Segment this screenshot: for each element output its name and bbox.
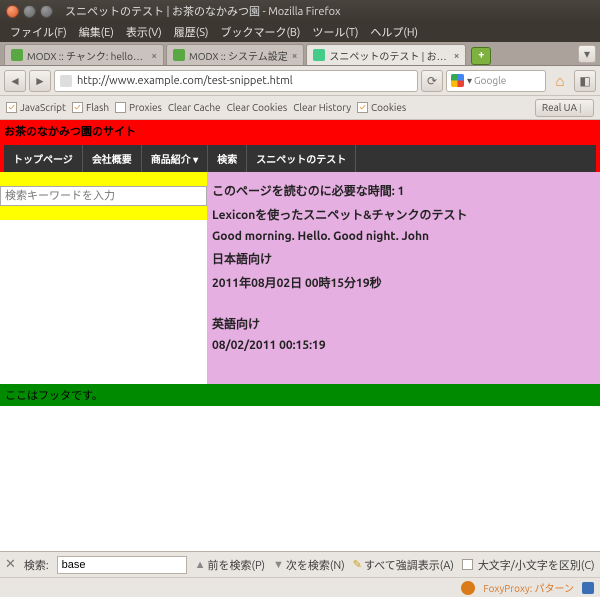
close-findbar-icon[interactable]: ✕ [5, 557, 16, 572]
tab-2[interactable]: スニペットのテスト | お茶のな…× [306, 44, 466, 65]
content-line: 日本語向け [212, 250, 595, 267]
match-case-toggle[interactable]: 大文字/小文字を区別(C) [462, 557, 595, 573]
find-prev-button[interactable]: ▲前を検索(P) [195, 557, 265, 573]
clear-cookies-button[interactable]: Clear Cookies [227, 102, 288, 113]
menu-tools[interactable]: ツール(T) [306, 22, 364, 42]
page-viewport: お茶のなかみつ園のサイト トップページ 会社概要 商品紹介 ▾ 検索 スニペット… [0, 120, 600, 498]
toggle-cookies[interactable]: Cookies [357, 102, 406, 113]
minimize-window-icon[interactable] [23, 5, 36, 18]
status-bar: FoxyProxy: パターン [0, 577, 600, 597]
viewport-whitespace [0, 498, 600, 551]
sidebar-accent-bottom [0, 206, 207, 220]
menu-file[interactable]: ファイル(F) [4, 22, 73, 42]
nav-company[interactable]: 会社概要 [83, 145, 142, 172]
reload-button[interactable]: ⟳ [421, 70, 443, 92]
google-icon [451, 74, 464, 87]
content-line: このページを読むのに必要な時間: 1 [212, 182, 595, 199]
toggle-flash[interactable]: Flash [72, 102, 109, 113]
menu-bookmarks[interactable]: ブックマーク(B) [214, 22, 306, 42]
nav-products[interactable]: 商品紹介 ▾ [142, 145, 208, 172]
nav-snippet-test[interactable]: スニペットのテスト [247, 145, 356, 172]
menu-view[interactable]: 表示(V) [120, 22, 168, 42]
favicon-icon [173, 49, 185, 61]
favicon-icon [313, 49, 325, 61]
extension-button[interactable]: ◧ [574, 70, 596, 92]
site-title: お茶のなかみつ園のサイト [4, 123, 596, 139]
content-line: 2011年08月02日 00時15分19秒 [212, 274, 595, 291]
nav-toolbar: ◄ ► http://www.example.com/test-snippet.… [0, 66, 600, 96]
window-titlebar: スニペットのテスト | お茶のなかみつ園 - Mozilla Firefox [0, 0, 600, 22]
sidebar-accent-top [0, 172, 207, 186]
clear-cache-button[interactable]: Clear Cache [168, 102, 221, 113]
toggle-javascript[interactable]: JavaScript [6, 102, 66, 113]
menu-history[interactable]: 履歴(S) [168, 22, 215, 42]
content-line: 08/02/2011 00:15:19 [212, 339, 595, 352]
tab-0[interactable]: MODX :: チャンク: helloworld× [4, 44, 164, 65]
tab-1[interactable]: MODX :: システム設定× [166, 44, 304, 65]
site-search-input[interactable] [0, 186, 207, 206]
close-tab-icon[interactable]: × [292, 50, 298, 61]
new-tab-button[interactable]: + [471, 47, 491, 65]
browser-tabs: MODX :: チャンク: helloworld× MODX :: システム設定… [0, 42, 600, 66]
tabs-dropdown-icon[interactable]: ▾ [578, 45, 596, 63]
site-nav: トップページ 会社概要 商品紹介 ▾ 検索 スニペットのテスト [4, 145, 596, 172]
highlight-all-button[interactable]: ✎すべて強調表示(A) [353, 557, 454, 573]
find-label: 検索: [24, 557, 49, 573]
find-bar: ✕ 検索: ▲前を検索(P) ▼次を検索(N) ✎すべて強調表示(A) 大文字/… [0, 551, 600, 577]
close-tab-icon[interactable]: × [151, 50, 157, 61]
menu-help[interactable]: ヘルプ(H) [364, 22, 424, 42]
content-line: Good morning. Hello. Good night. John [212, 230, 595, 243]
foxyproxy-status[interactable]: FoxyProxy: パターン [483, 580, 574, 595]
content-line: Lexiconを使ったスニペット&チャンクのテスト [212, 206, 595, 223]
forward-button[interactable]: ► [29, 70, 51, 92]
url-bar[interactable]: http://www.example.com/test-snippet.html [54, 70, 418, 92]
content-line: 英語向け [212, 315, 595, 332]
nav-top[interactable]: トップページ [4, 145, 83, 172]
webdev-toolbar: JavaScript Flash Proxies Clear Cache Cle… [0, 96, 600, 120]
clear-history-button[interactable]: Clear History [293, 102, 351, 113]
search-box[interactable]: ▾Google [446, 70, 546, 92]
close-window-icon[interactable] [6, 5, 19, 18]
page-favicon-icon [60, 75, 72, 87]
back-button[interactable]: ◄ [4, 70, 26, 92]
favicon-icon [11, 49, 23, 61]
menu-edit[interactable]: 編集(E) [73, 22, 120, 42]
site-footer: ここはフッタです。 [0, 384, 600, 406]
close-tab-icon[interactable]: × [454, 50, 460, 61]
foxyproxy-icon[interactable] [461, 581, 475, 595]
find-next-button[interactable]: ▼次を検索(N) [273, 557, 345, 573]
toggle-proxies[interactable]: Proxies [115, 102, 162, 113]
home-button[interactable]: ⌂ [549, 70, 571, 92]
site-header: お茶のなかみつ園のサイト トップページ 会社概要 商品紹介 ▾ 検索 スニペット… [0, 120, 600, 172]
nav-search[interactable]: 検索 [208, 145, 247, 172]
addon-icon[interactable] [582, 582, 594, 594]
app-menubar: ファイル(F) 編集(E) 表示(V) 履歴(S) ブックマーク(B) ツール(… [0, 22, 600, 42]
window-title: スニペットのテスト | お茶のなかみつ園 - Mozilla Firefox [65, 3, 341, 19]
main-content: このページを読むのに必要な時間: 1 Lexiconを使ったスニペット&チャンク… [207, 172, 600, 384]
useragent-select[interactable]: Real UA [535, 99, 594, 117]
maximize-window-icon[interactable] [40, 5, 53, 18]
sidebar [0, 172, 207, 384]
